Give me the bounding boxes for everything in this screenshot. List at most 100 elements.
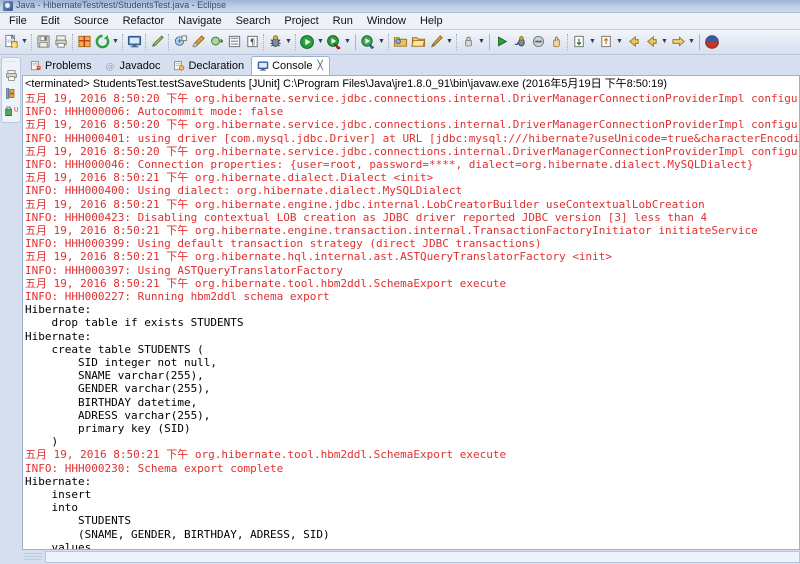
console-output[interactable]: 五月 19, 2016 8:50:20 下午 org.hibernate.ser… — [23, 92, 799, 549]
menu-item-navigate[interactable]: Navigate — [171, 13, 228, 29]
chevron-down-icon[interactable]: ▼ — [588, 32, 597, 52]
skip-breakpoints-icon[interactable] — [529, 32, 547, 52]
window-title: Java - HibernateTest/test/StudentsTest.j… — [16, 0, 226, 10]
console-icon[interactable] — [125, 32, 143, 52]
tab-label: Declaration — [188, 60, 244, 72]
tab-declaration[interactable]: Declaration — [167, 56, 251, 75]
package-icon[interactable] — [75, 32, 93, 52]
console-line: into — [25, 501, 799, 514]
toolbar-separator — [122, 34, 123, 50]
console-line: ADRESS varchar(255), — [25, 409, 799, 422]
whitespace-icon[interactable]: ¶ — [243, 32, 261, 52]
tab-label: Console — [272, 60, 312, 72]
tab-problems[interactable]: Problems — [24, 56, 98, 75]
console-line: INFO: HHH000400: Using dialect: org.hibe… — [25, 184, 799, 197]
chevron-down-icon[interactable]: ▼ — [445, 32, 454, 52]
console-line: 五月 19, 2016 8:50:20 下午 org.hibernate.ser… — [25, 118, 799, 131]
lock-icon[interactable] — [459, 32, 477, 52]
menu-item-refactor[interactable]: Refactor — [116, 13, 172, 29]
forward-arrow-icon[interactable] — [669, 32, 687, 52]
forward-history-icon[interactable] — [642, 32, 660, 52]
menu-item-file[interactable]: File — [2, 13, 34, 29]
console-line: STUDENTS — [25, 514, 799, 527]
folder-icon[interactable] — [409, 32, 427, 52]
hand-icon[interactable] — [547, 32, 565, 52]
tab-console[interactable]: Console ╳ — [251, 56, 330, 75]
junit-icon[interactable]: U — [3, 104, 19, 119]
console-line: drop table if exists STUDENTS — [25, 316, 799, 329]
refresh-icon[interactable] — [93, 32, 111, 52]
chevron-down-icon[interactable]: ▼ — [687, 32, 696, 52]
debug-variables-icon[interactable] — [3, 86, 19, 101]
menu-item-run[interactable]: Run — [326, 13, 360, 29]
tab-javadoc[interactable]: @ Javadoc — [98, 56, 167, 75]
menu-item-source[interactable]: Source — [67, 13, 116, 29]
grip-handle[interactable]: ···· — [5, 60, 17, 65]
console-line: 五月 19, 2016 8:50:21 下午 org.hibernate.eng… — [25, 224, 799, 237]
bug-icon[interactable] — [266, 32, 284, 52]
class-icon[interactable] — [171, 32, 189, 52]
chevron-down-icon[interactable]: ▼ — [343, 32, 352, 52]
print-icon[interactable] — [52, 32, 70, 52]
chevron-down-icon[interactable]: ▼ — [316, 32, 325, 52]
console-line: ) — [25, 435, 799, 448]
chevron-down-icon[interactable]: ▼ — [284, 32, 293, 52]
chevron-down-icon[interactable]: ▼ — [660, 32, 669, 52]
console-line: 五月 19, 2016 8:50:21 下午 org.hibernate.eng… — [25, 198, 799, 211]
toolbar-separator — [388, 34, 389, 50]
new-file-icon[interactable] — [2, 32, 20, 52]
console-line: SID integer not null, — [25, 356, 799, 369]
save-icon[interactable] — [34, 32, 52, 52]
console-line: Hibernate: — [25, 303, 799, 316]
block-select-icon[interactable] — [225, 32, 243, 52]
coverage-icon[interactable] — [359, 32, 377, 52]
console-line: INFO: HHH000423: Disabling contextual LO… — [25, 211, 799, 224]
close-icon[interactable]: ╳ — [317, 60, 322, 71]
external-tools-icon[interactable] — [325, 32, 343, 52]
toolbar-separator — [168, 34, 169, 50]
open-type-icon[interactable] — [207, 32, 225, 52]
chevron-down-icon[interactable]: ▼ — [377, 32, 386, 52]
chevron-down-icon[interactable]: ▼ — [111, 32, 120, 52]
chevron-down-icon[interactable]: ▼ — [20, 32, 29, 52]
run-green-icon[interactable] — [298, 32, 316, 52]
console-line: insert — [25, 488, 799, 501]
workbench-body: ···· — [0, 55, 800, 564]
console-line: (SNAME, GENDER, BIRTHDAY, ADRESS, SID) — [25, 528, 799, 541]
svg-text:U: U — [14, 105, 18, 113]
menu-item-edit[interactable]: Edit — [34, 13, 67, 29]
toolbar-separator — [699, 34, 700, 50]
console-line: 五月 19, 2016 8:50:21 下午 org.hibernate.dia… — [25, 171, 799, 184]
resize-grip[interactable] — [24, 553, 42, 562]
resume-icon[interactable] — [493, 32, 511, 52]
chevron-down-icon[interactable]: ▼ — [477, 32, 486, 52]
console-line: INFO: HHH000006: Autocommit mode: false — [25, 105, 799, 118]
brush-icon[interactable] — [189, 32, 207, 52]
declaration-icon — [173, 60, 185, 72]
back-arrow-icon[interactable] — [624, 32, 642, 52]
console-line: GENDER varchar(255), — [25, 382, 799, 395]
javadoc-icon: @ — [104, 60, 116, 72]
next-annotation-icon[interactable] — [570, 32, 588, 52]
java-project-icon[interactable] — [391, 32, 409, 52]
toolbar-separator — [31, 34, 32, 50]
menu-item-help[interactable]: Help — [413, 13, 450, 29]
console-line: 五月 19, 2016 8:50:21 下午 org.hibernate.hql… — [25, 250, 799, 263]
menu-bar: File Edit Source Refactor Navigate Searc… — [0, 13, 800, 30]
step-icon[interactable] — [511, 32, 529, 52]
menu-item-window[interactable]: Window — [360, 13, 413, 29]
view-tab-bar: Problems @ Javadoc — [22, 55, 800, 75]
pen-icon[interactable] — [148, 32, 166, 52]
toolbar-separator — [145, 34, 146, 50]
fast-view-bar: ···· — [0, 55, 22, 564]
chevron-down-icon[interactable]: ▼ — [615, 32, 624, 52]
menu-item-search[interactable]: Search — [229, 13, 278, 29]
print-console-icon[interactable] — [3, 68, 19, 83]
toolbar-separator — [72, 34, 73, 50]
annotation-icon[interactable] — [427, 32, 445, 52]
menu-item-project[interactable]: Project — [277, 13, 325, 29]
prev-annotation-icon[interactable] — [597, 32, 615, 52]
perspective-icon[interactable] — [703, 32, 721, 52]
toolbar-separator — [489, 34, 490, 50]
tab-label: Problems — [45, 60, 91, 72]
